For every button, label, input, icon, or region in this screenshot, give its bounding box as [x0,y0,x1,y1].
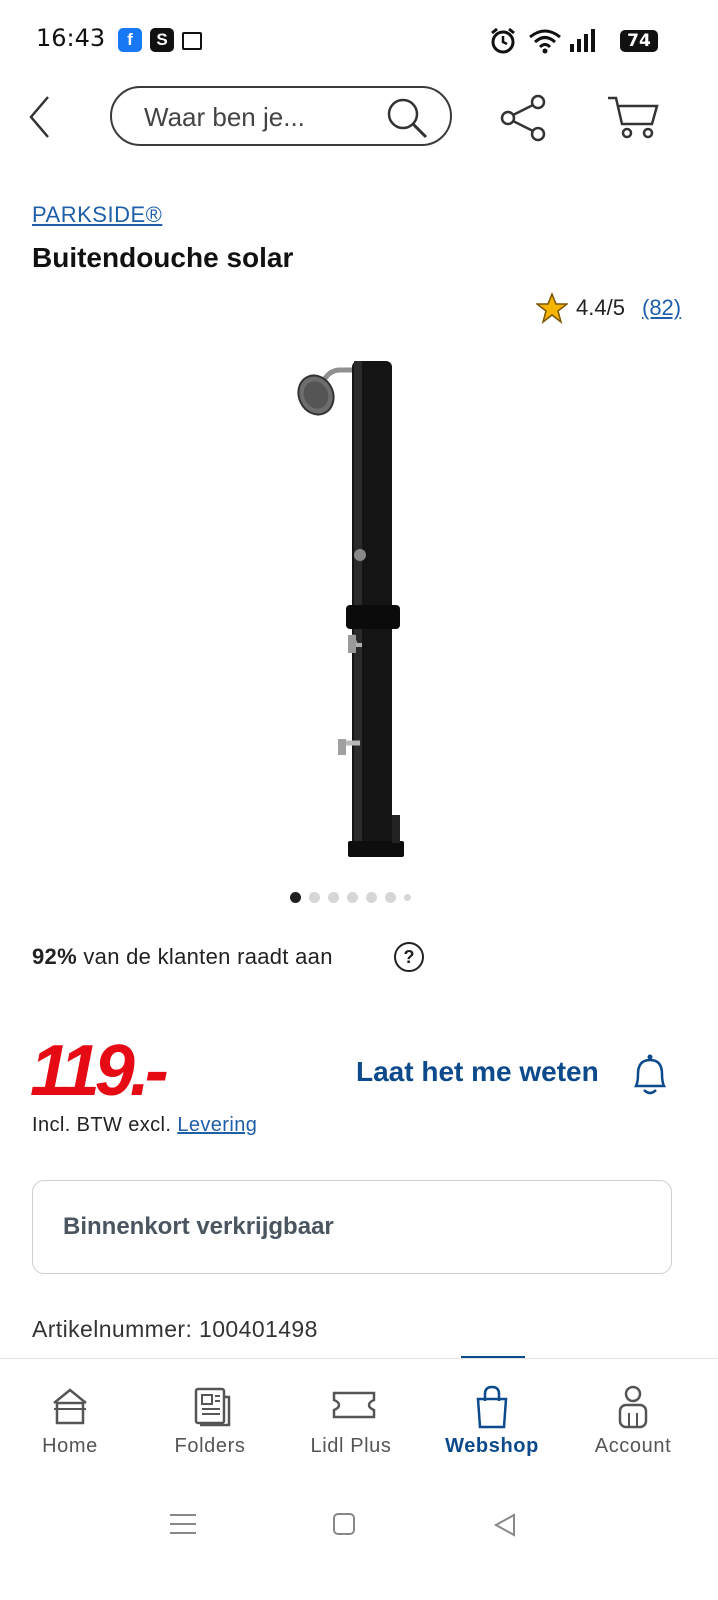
vat-info: Incl. BTW excl. Levering [32,1114,257,1137]
nav-lidl-plus[interactable]: Lidl Plus [281,1359,421,1471]
s-app-icon: S [150,28,174,52]
search-icon[interactable] [384,96,430,140]
alarm-icon [491,27,515,54]
gallery-dot[interactable] [328,892,339,903]
star-icon [536,292,568,324]
recommend-text: van de klanten raadt aan [83,944,333,969]
brand-link[interactable]: PARKSIDE® [32,202,162,228]
delivery-link[interactable]: Levering [177,1114,257,1136]
back-chevron-icon[interactable] [26,94,54,140]
facebook-icon: f [118,28,142,52]
nav-lidl-plus-label: Lidl Plus [310,1435,392,1457]
article-number: Artikelnummer: 100401498 [32,1316,318,1343]
nav-folders-label: Folders [174,1435,246,1457]
help-icon[interactable]: ? [394,942,424,972]
availability-text: Binnenkort verkrijgbaar [63,1213,334,1240]
nav-home-label: Home [42,1435,98,1457]
price: 119.- [30,1031,169,1111]
image-gallery-dots[interactable] [290,890,420,904]
product-image[interactable] [290,355,430,865]
share-icon[interactable] [498,92,550,144]
availability-box: Binnenkort verkrijgbaar [32,1180,672,1274]
nav-home[interactable]: Home [0,1359,140,1471]
nav-account-label: Account [594,1435,672,1457]
user-icon [618,1385,648,1429]
system-navigation [0,1470,718,1600]
rating-value: 4.4/5 [576,295,625,320]
recommend-line: 92% van de klanten raadt aan [32,944,333,970]
bottom-navigation: Home Folders Lidl Plus Webshop Account [0,1358,718,1471]
vat-text: Incl. BTW excl. [32,1114,172,1136]
nav-webshop-label: Webshop [445,1435,539,1457]
search-input[interactable]: Waar ben je... [110,86,452,146]
wifi-icon [529,29,561,54]
signal-icon [570,29,595,52]
calendar-icon [182,32,202,50]
gallery-dot[interactable] [404,894,411,901]
home-icon [53,1388,87,1425]
gallery-dot[interactable] [309,892,320,903]
status-time: 16:43 [36,24,106,52]
bell-icon[interactable] [626,1050,674,1098]
product-title: Buitendouche solar [32,242,294,273]
nav-folders[interactable]: Folders [140,1359,280,1471]
battery-indicator: 74 [620,30,658,52]
back-triangle-icon[interactable] [492,1512,518,1538]
shopping-bag-icon [476,1385,508,1429]
review-count-link[interactable]: (82) [642,295,681,321]
article-value: 100401498 [199,1316,318,1342]
notify-me-button[interactable]: Laat het me weten [356,1056,599,1088]
nav-webshop[interactable]: Webshop [422,1359,562,1471]
folder-leaflet-icon [194,1387,231,1427]
recommend-percent: 92% [32,944,77,969]
gallery-dot[interactable] [290,892,301,903]
gallery-dot[interactable] [347,892,358,903]
ticket-icon [332,1391,376,1419]
cart-icon[interactable] [606,94,660,140]
gallery-dot[interactable] [385,892,396,903]
search-placeholder: Waar ben je... [144,102,305,132]
gallery-dot[interactable] [366,892,377,903]
article-label: Artikelnummer: [32,1316,193,1342]
menu-icon[interactable] [168,1512,198,1536]
home-square-icon[interactable] [332,1512,356,1536]
nav-account[interactable]: Account [563,1359,703,1471]
